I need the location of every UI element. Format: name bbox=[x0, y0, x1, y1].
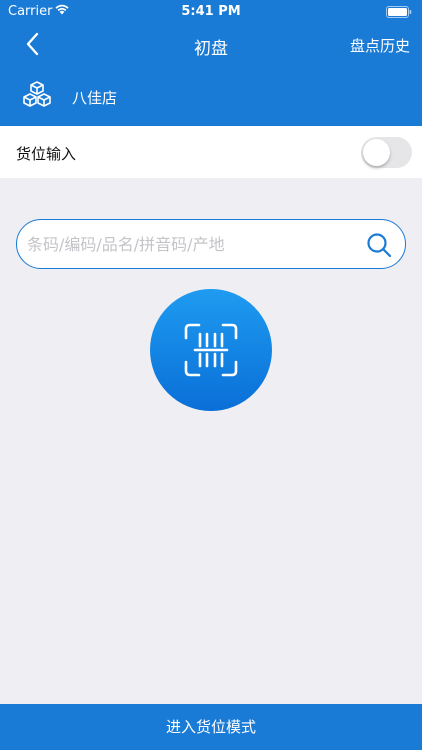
navigation-bar: 初盘 盘点历史 bbox=[0, 22, 422, 66]
scan-button[interactable] bbox=[150, 289, 272, 411]
status-bar: Carrier 5:41 PM bbox=[0, 0, 422, 22]
location-input-toggle[interactable] bbox=[361, 137, 412, 168]
store-name: 八佳店 bbox=[72, 89, 118, 107]
location-input-label: 货位输入 bbox=[16, 145, 77, 163]
store-row: 八佳店 bbox=[0, 74, 422, 118]
header: Carrier 5:41 PM 初盘 盘点历史 八佳店 bbox=[0, 0, 422, 126]
enter-location-mode-button[interactable]: 进入货位模式 bbox=[0, 704, 422, 750]
search-icon[interactable] bbox=[365, 231, 393, 263]
search-input[interactable] bbox=[27, 229, 357, 259]
barcode-scan-icon bbox=[183, 322, 239, 382]
battery-icon bbox=[386, 6, 412, 22]
toggle-knob bbox=[363, 139, 390, 166]
history-button[interactable]: 盘点历史 bbox=[350, 35, 410, 56]
cubes-icon bbox=[22, 80, 52, 114]
location-input-row: 货位输入 bbox=[0, 126, 422, 178]
search-box bbox=[16, 219, 406, 269]
status-time: 5:41 PM bbox=[181, 4, 241, 19]
